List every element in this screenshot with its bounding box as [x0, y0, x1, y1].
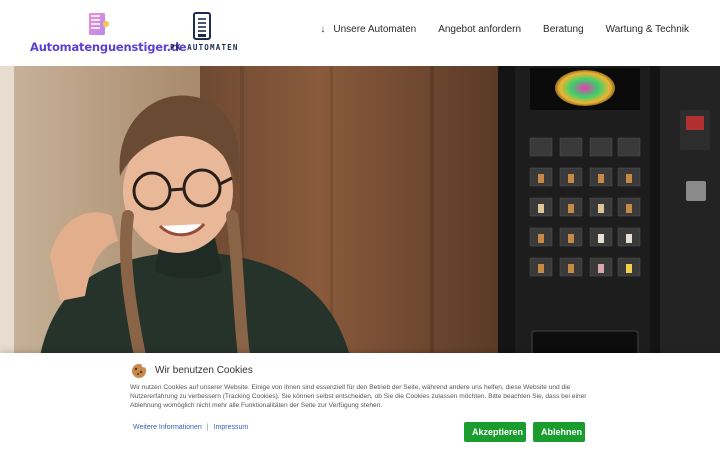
pk-automaten-logo[interactable]: PK AUTOMATEN	[170, 10, 240, 56]
accept-cookies-button[interactable]: Akzeptieren	[464, 422, 526, 442]
automatenguenstiger-logo[interactable]: Automatenguenstiger.de	[30, 10, 187, 56]
main-navigation: ↓ Unsere Automaten Angebot anfordern Ber…	[309, 24, 700, 35]
nav-label: Wartung & Technik	[605, 24, 689, 35]
cookie-icon	[132, 362, 147, 378]
cookie-description: Wir nutzen Cookies auf unserer Website. …	[130, 384, 587, 409]
arrow-down-icon: ↓	[320, 24, 326, 35]
logo-wordmark: Automatenguenstiger.de	[30, 40, 187, 54]
cookie-header: Wir benutzen Cookies	[130, 362, 253, 378]
nav-label: Unsere Automaten	[333, 24, 417, 35]
cookie-title: Wir benutzen Cookies	[155, 364, 253, 376]
site-header: Automatenguenstiger.de PK AUTOMATEN ↓ Un…	[0, 0, 720, 66]
hero-image	[0, 66, 720, 356]
vending-machine-logo-icon	[89, 13, 109, 35]
nav-label: Angebot anfordern	[438, 24, 522, 35]
link-separator: |	[206, 424, 209, 431]
pk-wordmark: PK AUTOMATEN	[170, 43, 239, 52]
cookie-links: Weitere Informationen | Impressum	[133, 424, 248, 431]
hero-photo-illustration	[0, 66, 720, 356]
decline-cookies-button[interactable]: Ablehnen	[533, 422, 585, 442]
pk-machine-logo-icon	[193, 12, 211, 40]
cookie-banner: Wir benutzen Cookies Wir nutzen Cookies …	[0, 353, 720, 450]
nav-wartung-technik[interactable]: Wartung & Technik	[595, 24, 700, 35]
nav-unsere-automaten[interactable]: ↓ Unsere Automaten	[309, 24, 427, 35]
nav-angebot-anfordern[interactable]: Angebot anfordern	[427, 24, 532, 35]
nav-label: Beratung	[543, 24, 584, 35]
imprint-link[interactable]: Impressum	[214, 424, 249, 431]
more-info-link[interactable]: Weitere Informationen	[133, 424, 202, 431]
nav-beratung[interactable]: Beratung	[532, 24, 595, 35]
